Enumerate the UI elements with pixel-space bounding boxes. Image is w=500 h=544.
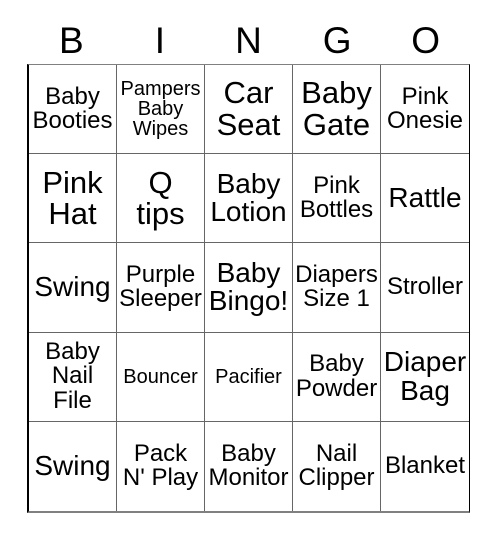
bingo-cell-r4c1[interactable]: Baby Nail File [29, 332, 117, 422]
bingo-cell-r1c2[interactable]: Pampers Baby Wipes [117, 65, 205, 155]
bingo-cell-r4c2[interactable]: Bouncer [117, 332, 205, 422]
bingo-cell-r3c4[interactable]: Diapers Size 1 [293, 243, 381, 333]
bingo-cell-r2c5[interactable]: Rattle [381, 154, 469, 244]
bingo-cell-r5c5[interactable]: Blanket [381, 421, 469, 511]
bingo-cell-r5c4[interactable]: Nail Clipper [293, 421, 381, 511]
bingo-cell-r3c3[interactable]: Baby Bingo! [205, 243, 293, 333]
bingo-cell-label: Diaper Bag [383, 346, 467, 406]
bingo-cell-r2c3[interactable]: Baby Lotion [205, 154, 293, 244]
bingo-cell-r2c4[interactable]: Pink Bottles [293, 154, 381, 244]
bingo-cell-r5c2[interactable]: Pack N' Play [117, 421, 205, 511]
bingo-card: B I N G O Baby Booties Pampers Baby Wipes… [0, 0, 500, 544]
bingo-cell-label: Baby Lotion [210, 167, 287, 228]
bingo-cell-r1c4[interactable]: Baby Gate [293, 65, 381, 155]
bingo-cell-r1c5[interactable]: Pink Onesie [381, 65, 469, 155]
bingo-cell-r5c1[interactable]: Swing [29, 421, 117, 511]
bingo-cell-label: Baby Powder [295, 350, 378, 402]
bingo-cell-label: Pack N' Play [122, 439, 199, 492]
bingo-cell-label: Rattle [388, 182, 462, 214]
bingo-cell-label: Nail Clipper [298, 439, 375, 492]
bingo-cell-label: Car Seat [216, 75, 281, 143]
bingo-cell-label: Purple Sleeper [119, 261, 202, 313]
bingo-grid: Baby Booties Pampers Baby Wipes Car Seat Ba… [27, 64, 470, 513]
header-letter-n: N [235, 20, 262, 61]
bingo-cell-r4c5[interactable]: Diaper Bag [381, 332, 469, 422]
bingo-cell-label: Stroller [386, 273, 464, 301]
bingo-cell-r4c4[interactable]: Baby Powder [293, 332, 381, 422]
bingo-cell-label: Pink Hat [42, 164, 103, 232]
bingo-cell-label: Baby Monitor [208, 439, 289, 492]
bingo-cell-r1c3[interactable]: Car Seat [205, 65, 293, 155]
bingo-cell-r2c1[interactable]: Pink Hat [29, 154, 117, 244]
bingo-cell-label: Blanket [384, 452, 466, 480]
header-letter-o: O [411, 20, 441, 61]
bingo-cell-label: Bouncer [123, 365, 198, 388]
bingo-cell-label: Baby Gate [301, 75, 372, 143]
bingo-cell-label: Baby Booties [32, 82, 113, 135]
bingo-cell-label: Baby Nail File [45, 337, 100, 414]
bingo-cell-label: Pacifier [215, 365, 282, 388]
bingo-cell-r4c3[interactable]: Pacifier [205, 332, 293, 422]
header-letter-b: B [58, 20, 84, 61]
bingo-cell-r3c2[interactable]: Purple Sleeper [117, 243, 205, 333]
bingo-cell-label: Baby Bingo! [208, 256, 289, 317]
header-letter-g: G [322, 20, 352, 61]
bingo-cell-r1c1[interactable]: Baby Booties [29, 65, 117, 155]
bingo-cell-r3c5[interactable]: Stroller [381, 243, 469, 333]
bingo-cell-label: Pampers Baby Wipes [120, 77, 201, 141]
bingo-cell-label: Swing [34, 271, 111, 303]
bingo-cell-label: Pink Bottles [299, 171, 374, 224]
bingo-cell-r2c2[interactable]: Q tips [117, 154, 205, 244]
bingo-header-row: B I N G O [27, 17, 470, 64]
header-letter-i: I [154, 20, 166, 61]
bingo-cell-r3c1[interactable]: Swing [29, 243, 117, 333]
bingo-cell-r5c3[interactable]: Baby Monitor [205, 421, 293, 511]
bingo-cell-label: Swing [34, 450, 111, 482]
bingo-cell-label: Q tips [136, 164, 185, 232]
bingo-cell-label: Diapers Size 1 [295, 261, 378, 313]
bingo-cell-label: Pink Onesie [386, 82, 464, 135]
